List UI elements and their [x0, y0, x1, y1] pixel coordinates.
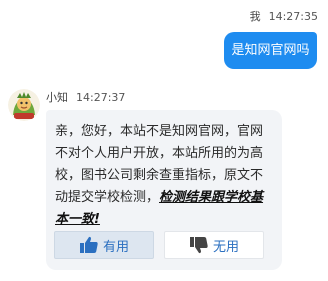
bot-avatar-icon	[8, 89, 40, 121]
like-button-label: 有用	[102, 239, 129, 255]
thumbs-down-icon	[189, 237, 208, 254]
thumbs-up-icon	[79, 236, 98, 253]
bot-message-meta: 小知 14:27:37	[46, 89, 125, 105]
bot-message-text: 亲，您好，本站不是知网官网，官网不对个人用户开放，本站所用的为高校，图书公司剩余…	[55, 121, 274, 231]
user-message-meta: 我 14:27:35	[250, 8, 318, 24]
user-message-text: 是知网官网吗	[231, 43, 310, 58]
dislike-button-label: 无用	[212, 239, 239, 255]
bot-message-time: 14:27:37	[76, 91, 126, 104]
user-message-time: 14:27:35	[268, 10, 318, 23]
dislike-button[interactable]: 无用	[164, 231, 264, 259]
user-sender-name: 我	[249, 10, 261, 23]
bot-sender-name: 小知	[46, 91, 68, 104]
user-message-bubble: 是知网官网吗	[224, 32, 317, 69]
like-button[interactable]: 有用	[54, 231, 154, 259]
